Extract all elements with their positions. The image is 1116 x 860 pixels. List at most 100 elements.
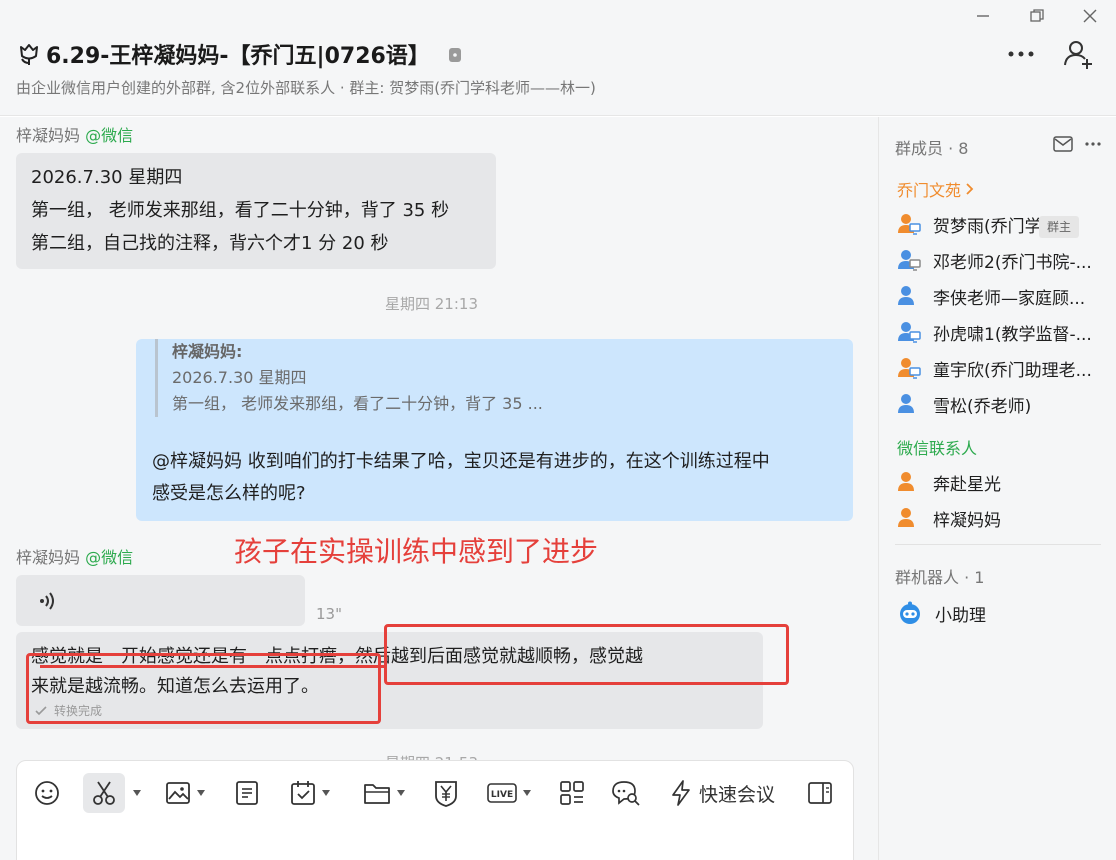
member-item[interactable]: 雪松(乔老师): [897, 389, 1107, 419]
lightning-icon: [672, 780, 690, 806]
group-tulip-icon: [20, 44, 38, 65]
add-member-icon[interactable]: [1062, 38, 1096, 70]
chat-header: 6.29-王梓凝妈妈-【乔门五|0726语】 由企业微信用户创建的外部群, 含2…: [0, 0, 1116, 116]
member-admin-icon: [898, 214, 921, 235]
member-person-icon: [898, 472, 914, 491]
chat-title: 6.29-王梓凝妈妈-【乔门五|0726语】: [46, 44, 430, 69]
chat-search-button[interactable]: [611, 773, 641, 813]
member-name: 邓老师2(乔门书院-...: [933, 252, 1092, 273]
chevron-down-icon: [397, 790, 405, 796]
apps-grid-icon: [560, 781, 584, 805]
chat-search-icon: [612, 781, 640, 806]
svg-text:LIVE: LIVE: [491, 790, 513, 800]
message-timestamp: 星期四 21:13: [385, 295, 478, 313]
annotation-text: 孩子在实操训练中感到了进步: [234, 535, 599, 568]
sender-wechat-tag: @微信: [85, 126, 134, 145]
quote-line: 第一组， 老师发来那组，看了二十分钟，背了 35 ...: [172, 394, 543, 413]
more-options-icon[interactable]: [1003, 40, 1039, 68]
screenshot-dropdown[interactable]: [127, 773, 141, 813]
quick-meeting-label: 快速会议: [699, 783, 776, 806]
message-input-area[interactable]: LIVE 快速会议: [16, 760, 854, 860]
member-item[interactable]: 孙虎啸1(教学监督-...: [897, 317, 1107, 347]
emoji-button[interactable]: [33, 773, 67, 813]
org-group-label[interactable]: 乔门文苑: [897, 177, 975, 201]
member-item[interactable]: 梓凝妈妈: [897, 503, 1107, 533]
sender-name: 梓凝妈妈: [16, 126, 81, 145]
lock-icon: [448, 48, 461, 62]
more-horizontal-icon[interactable]: [1083, 135, 1103, 153]
message-line: @梓凝妈妈 收到咱们的打卡结果了哈，宝贝还是有进步的，在这个训练过程中: [152, 451, 770, 472]
folder-icon: [364, 784, 390, 804]
calendar-check-icon: [291, 781, 315, 805]
quote-line: 2026.7.30 星期四: [172, 368, 307, 387]
schedule-button[interactable]: [290, 773, 330, 813]
group-members-panel: 群成员 · 8 乔门文苑 贺梦雨(乔门学科老师——林一) 群主 邓老师2(乔门书…: [878, 117, 1116, 860]
quote-sender: 梓凝妈妈:: [172, 342, 243, 361]
member-item[interactable]: 邓老师2(乔门书院-...: [897, 245, 1107, 275]
message-line: 第二组，自己找的注释，背六个才1 分 20 秒: [31, 233, 389, 254]
annotation-box: [384, 624, 789, 685]
panel-divider: [895, 544, 1101, 545]
message-bubble[interactable]: 2026.7.30 星期四 第一组， 老师发来那组，看了二十分钟，背了 35 秒…: [16, 153, 496, 269]
message-line: 2026.7.30 星期四: [31, 167, 183, 188]
quoted-message[interactable]: 梓凝妈妈: 2026.7.30 星期四 第一组， 老师发来那组，看了二十分钟，背…: [155, 339, 543, 417]
member-name: 雪松(乔老师): [933, 396, 1032, 417]
chevron-down-icon: [523, 790, 531, 796]
chevron-down-icon: [133, 790, 141, 796]
mail-icon[interactable]: [1053, 135, 1073, 153]
member-name: 梓凝妈妈: [933, 510, 1001, 531]
my-message-text: @梓凝妈妈 收到咱们的打卡结果了哈，宝贝还是有进步的，在这个训练过程中 感受是怎…: [152, 446, 770, 510]
message-list[interactable]: 梓凝妈妈 @微信 2026.7.30 星期四 第一组， 老师发来那组，看了二十分…: [0, 117, 878, 860]
wechat-group-label: 微信联系人: [897, 439, 978, 458]
message-line: 感受是怎么样的呢?: [152, 483, 306, 504]
apps-button[interactable]: [559, 773, 585, 813]
side-panel-toggle[interactable]: [807, 773, 833, 813]
member-item[interactable]: 奔赴星光: [897, 467, 1107, 497]
document-icon: [236, 781, 258, 805]
message-sender: 梓凝妈妈 @微信: [16, 122, 133, 146]
member-person-icon: [898, 394, 914, 413]
emoji-icon: [35, 781, 59, 805]
voice-message-bubble[interactable]: [16, 575, 305, 626]
robot-name: 小助理: [935, 605, 986, 626]
document-button[interactable]: [235, 773, 259, 813]
sender-wechat-tag: @微信: [85, 548, 134, 567]
scissors-icon: [93, 781, 115, 805]
quick-meeting-button[interactable]: 快速会议: [669, 773, 775, 813]
member-item[interactable]: 李侠老师—家庭顾...: [897, 281, 1107, 311]
live-icon: LIVE: [487, 783, 517, 803]
title-row: 6.29-王梓凝妈妈-【乔门五|0726语】: [16, 38, 462, 70]
member-computer-icon: [898, 250, 921, 271]
member-name: 李侠老师—家庭顾...: [933, 288, 1086, 309]
message-line: 第一组， 老师发来那组，看了二十分钟，背了 35 秒: [31, 200, 450, 221]
voice-duration: 13": [316, 605, 342, 623]
red-packet-button[interactable]: [433, 773, 459, 813]
robot-item[interactable]: 小助理: [897, 598, 1107, 628]
member-person-icon: [898, 286, 914, 305]
member-computer-icon: [898, 358, 921, 379]
file-button[interactable]: [363, 773, 405, 813]
voice-wave-icon: [40, 592, 54, 610]
chevron-down-icon: [322, 790, 330, 796]
close-icon[interactable]: [1079, 8, 1101, 30]
member-item[interactable]: 童宇欣(乔门助理老...: [897, 353, 1107, 383]
live-button[interactable]: LIVE: [487, 773, 531, 813]
image-button[interactable]: [165, 773, 205, 813]
robot-icon: [900, 601, 920, 624]
image-icon: [166, 782, 190, 804]
annotation-line: [40, 665, 385, 668]
robots-header: 群机器人 · 1: [895, 568, 985, 587]
message-sender: 梓凝妈妈 @微信: [16, 544, 133, 568]
minimize-icon[interactable]: [972, 8, 994, 30]
restore-icon[interactable]: [1026, 8, 1048, 30]
yen-shield-icon: [435, 781, 457, 807]
annotation-box: [26, 653, 381, 724]
member-name: 孙虎啸1(教学监督-...: [933, 324, 1092, 345]
member-name: 童宇欣(乔门助理老...: [933, 360, 1092, 381]
sender-name: 梓凝妈妈: [16, 548, 81, 567]
members-header: 群成员 · 8: [895, 139, 969, 158]
screenshot-button[interactable]: [83, 773, 125, 813]
member-computer-icon: [898, 322, 921, 343]
member-person-icon: [898, 508, 914, 527]
chat-subtitle: 由企业微信用户创建的外部群, 含2位外部联系人 · 群主: 贺梦雨(乔门学科老师…: [16, 79, 596, 97]
